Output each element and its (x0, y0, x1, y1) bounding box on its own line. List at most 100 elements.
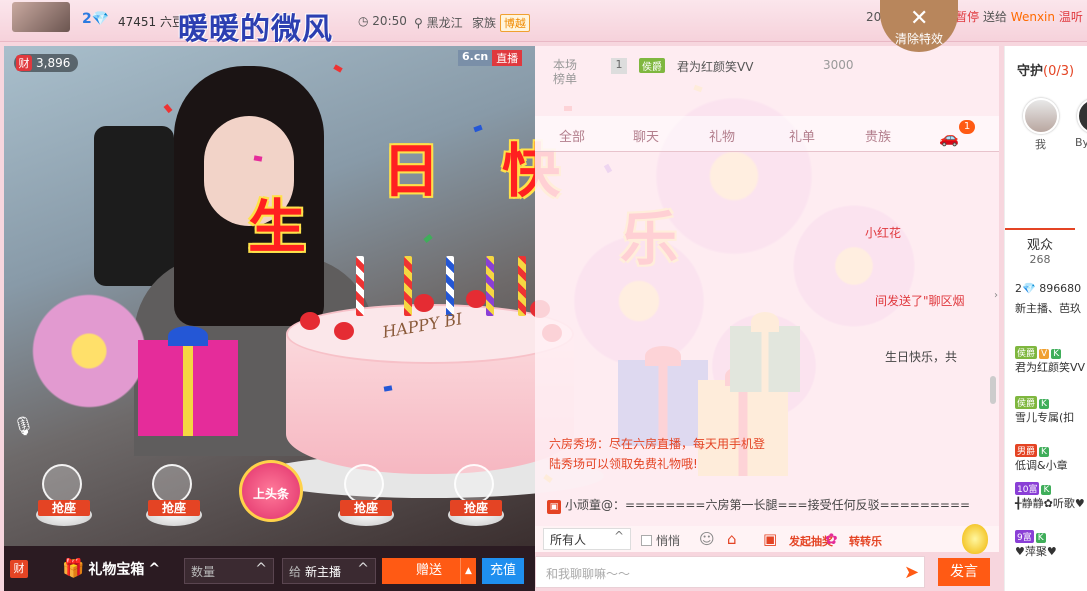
microphone-icon[interactable]: 🎙 (12, 416, 35, 442)
audience-user-name: ╉静静✿听歌♥ (1015, 497, 1085, 510)
audience-row[interactable]: 2💎 896680 (1015, 282, 1081, 295)
anchor-name: 暖暖的微风 (178, 12, 333, 47)
spin-icon[interactable]: ✿ (825, 530, 838, 548)
wealth-tag[interactable]: 财 3,896 (14, 54, 79, 72)
audience-row[interactable]: 男爵 K 低调&小章 (1015, 444, 1068, 473)
family-badge[interactable]: 博越 (499, 14, 530, 32)
send-gift-button[interactable]: 赠送 ▲ (382, 558, 476, 584)
paper-plane-icon[interactable]: ➤ (904, 562, 919, 583)
location-pin-icon: ⚲ (414, 16, 427, 30)
user-badge: 侯爵 (1015, 346, 1038, 359)
audience-tab-label: 观众 (1026, 238, 1053, 253)
audience-user-name: ♥萍聚♥ (1015, 545, 1057, 558)
tab-chat[interactable]: 聊天 (633, 126, 659, 145)
family-info[interactable]: 家族 博越 (472, 14, 530, 32)
time-text: 20:50 (372, 14, 407, 28)
guard-avatar[interactable] (1023, 98, 1059, 134)
audience-row[interactable]: 侯爵 K 雪儿专属(扣 (1015, 396, 1074, 425)
location-info: ⚲ 黑龙江 (414, 14, 463, 31)
clock-icon: ◷ (358, 14, 373, 28)
rank-points: 3000 (823, 58, 854, 72)
tab-noble[interactable]: 贵族 (865, 126, 891, 145)
user-badge: 9富 (1015, 530, 1034, 543)
fans-count: 47451 六豆 (118, 15, 184, 29)
grab-seat-2[interactable]: 抢座 (136, 462, 208, 532)
chat-message: 间发送了"聊区烟 (875, 294, 965, 308)
audience-row[interactable]: 9富 K ♥萍聚♥ (1015, 530, 1057, 559)
guard-name[interactable]: 我 (1035, 136, 1046, 152)
audience-user-name: 君为红颜笑VV (1015, 361, 1086, 374)
notice-prefix: 20 (866, 10, 882, 24)
golden-egg-icon[interactable] (962, 524, 988, 554)
guard-avatar[interactable] (1077, 98, 1087, 134)
recharge-button[interactable]: 充值 (482, 558, 524, 584)
chevron-up-icon[interactable]: ^ (357, 561, 369, 577)
rank-row[interactable]: 本场榜单 1 侯爵 君为红颜笑VV 3000 (547, 56, 987, 92)
gift-box-button[interactable]: 🎁 礼物宝箱 ^ (62, 558, 160, 579)
notice-pause[interactable]: 暂停 (955, 10, 979, 24)
audience-user-name: 雪儿专属(扣 (1015, 411, 1075, 424)
spin-button[interactable]: 转转乐 (849, 533, 882, 549)
emoji-icon[interactable]: ☺ (699, 530, 715, 548)
tab-gift-list[interactable]: 礼单 (789, 126, 815, 145)
rank-badge: 侯爵 (639, 58, 665, 73)
system-message-text: 小顽童@：========六房第一长腿===接受任何反驳========= (565, 498, 971, 512)
seat-avatar-icon (42, 464, 82, 504)
caret-up-icon[interactable]: ▲ (460, 558, 476, 584)
chat-scrollbar[interactable] (990, 376, 996, 404)
chevron-up-icon[interactable]: ^ (255, 561, 267, 577)
guard-title: 守护(0/3) (1017, 60, 1074, 79)
seat-label: 抢座 (148, 500, 200, 516)
seat-label: 抢座 (340, 500, 392, 516)
tab-audience[interactable]: 观众 268 (1005, 228, 1075, 268)
streamer-face (204, 116, 294, 226)
chair (94, 126, 174, 286)
user-badge: 10富 (1015, 482, 1040, 495)
rank-user[interactable]: 君为红颜笑VV (677, 58, 753, 75)
rank-position: 1 (611, 58, 627, 74)
clear-effects-button[interactable]: ✕ 清除特效 (880, 0, 958, 52)
audience-row[interactable]: 侯爵 V K 君为红颜笑VV (1015, 346, 1085, 375)
wealth-count: 3,896 (36, 56, 71, 70)
notice-user[interactable]: Wenxin (1011, 10, 1055, 24)
chat-input[interactable]: 和我聊聊嘛～～ (535, 556, 925, 588)
message-icon: ▣ (547, 500, 561, 514)
tab-all[interactable]: 全部 (559, 126, 585, 145)
anchor-avatar[interactable] (12, 2, 70, 32)
time-info: ◷ 20:50 (358, 14, 407, 28)
audience-select[interactable]: 所有人 ^ (543, 528, 631, 550)
wealth-button[interactable]: 财 (10, 560, 28, 578)
chat-toolbar: 所有人 ^ 悄悄 ☺ ⌂ ▣ 发起抽奖 ✿ 转转乐 (535, 526, 999, 552)
promo-line-1: 六房秀场：尽在六房直播，每天用手机登 (549, 437, 766, 451)
post-button[interactable]: 发言 (938, 558, 990, 586)
user-badge: K (1039, 447, 1049, 457)
anchor-level: 2💎 (82, 11, 110, 27)
chevron-up-icon: ^ (613, 529, 624, 543)
quantity-input[interactable]: 数量 ^ (184, 558, 274, 584)
headline-button[interactable]: 上头条 (239, 460, 303, 522)
cake-icon[interactable]: ⌂ (727, 530, 737, 548)
chat-message: 小红花 (865, 226, 902, 240)
audience-row[interactable]: 10富 K ╉静静✿听歌♥ (1015, 482, 1085, 511)
rank-label: 本场榜单 (553, 58, 578, 86)
collapse-arrow-icon[interactable]: › (994, 290, 1004, 314)
grab-seat-1[interactable]: 抢座 (26, 462, 98, 532)
lottery-icon[interactable]: ▣ (763, 530, 777, 548)
car-icon[interactable]: 🚗 (939, 128, 959, 147)
tab-gift[interactable]: 礼物 (709, 126, 735, 145)
audience-row[interactable]: 新主播、芭玖 (1015, 300, 1081, 316)
grab-seat-3[interactable]: 抢座 (328, 462, 400, 532)
user-badge: K (1051, 349, 1062, 359)
brand-logo: 6.cn 直播 (458, 50, 523, 66)
clear-effects-label: 清除特效 (894, 32, 943, 46)
recipient-select[interactable]: 给新主播 ^ (282, 558, 376, 584)
whisper-checkbox[interactable] (641, 535, 652, 546)
wealth-icon: 财 (16, 55, 32, 71)
promo-line-2[interactable]: 陆秀场可以领取免费礼物哦! (549, 454, 989, 474)
audience-value: 所有人 (550, 533, 587, 547)
chat-panel: 本场榜单 1 侯爵 君为红颜笑VV 3000 全部 聊天 礼物 礼单 贵族 🚗 … (535, 46, 999, 546)
guard-name[interactable]: By (1075, 136, 1087, 149)
grab-seat-4[interactable]: 抢座 (438, 462, 510, 532)
whisper-toggle[interactable]: 悄悄 (641, 532, 680, 549)
whisper-label: 悄悄 (656, 534, 681, 548)
